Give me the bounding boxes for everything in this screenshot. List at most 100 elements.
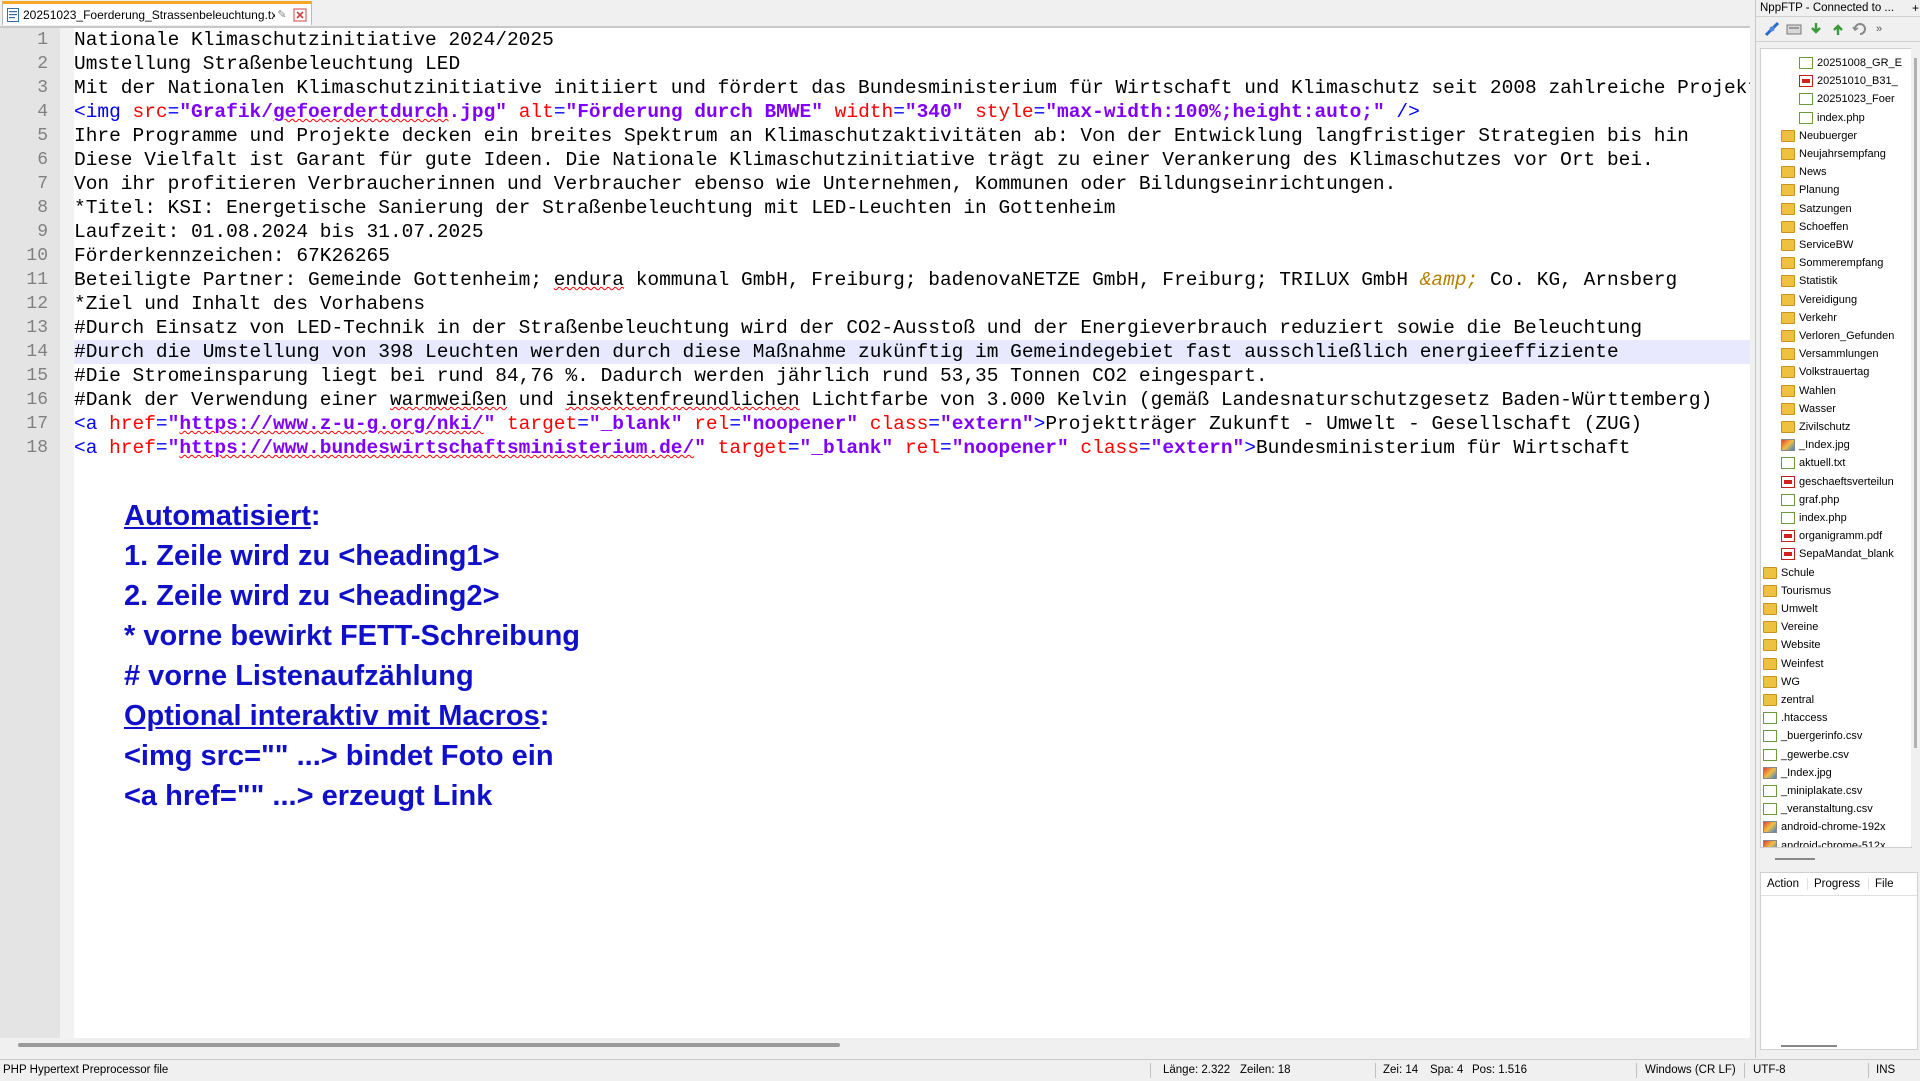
code-line[interactable]: #Durch die Umstellung von 398 Leuchten w… bbox=[74, 340, 1750, 364]
tree-file[interactable]: aktuell.txt bbox=[1781, 454, 1845, 472]
tree-item-label: Vereine bbox=[1781, 621, 1819, 634]
tree-file[interactable]: SepaMandat_blank bbox=[1781, 545, 1894, 563]
tree-folder[interactable]: Satzungen bbox=[1781, 200, 1852, 218]
tree-folder[interactable]: Vereine bbox=[1763, 618, 1818, 636]
code-token: width bbox=[822, 101, 894, 123]
queue-col-action[interactable]: Action bbox=[1761, 878, 1808, 890]
tree-folder[interactable]: Wasser bbox=[1781, 400, 1836, 418]
code-line[interactable]: Von ihr profitieren Verbraucherinnen und… bbox=[74, 172, 1750, 196]
code-token: " bbox=[483, 413, 496, 435]
code-line[interactable]: <a href="https://www.bundeswirtschaftsmi… bbox=[74, 436, 1750, 460]
tree-folder[interactable]: Planung bbox=[1781, 181, 1839, 199]
code-line[interactable]: #Durch Einsatz von LED-Technik in der St… bbox=[74, 316, 1750, 340]
tree-file[interactable]: _Index.jpg bbox=[1781, 436, 1850, 454]
code-token: = bbox=[1138, 437, 1151, 459]
tree-folder[interactable]: Versammlungen bbox=[1781, 345, 1879, 363]
code-line[interactable]: Ihre Programme und Projekte decken ein b… bbox=[74, 124, 1750, 148]
pin-icon[interactable]: ✎ bbox=[275, 8, 289, 21]
tree-folder[interactable]: Tourismus bbox=[1763, 582, 1831, 600]
code-line[interactable]: <img src="Grafik/gefoerdertdurch.jpg" al… bbox=[74, 100, 1750, 124]
code-token: #Dank der Verwendung einer bbox=[74, 389, 390, 411]
tree-folder[interactable]: Website bbox=[1763, 636, 1821, 654]
tree-file[interactable]: index.php bbox=[1781, 509, 1847, 527]
tree-folder[interactable]: Zivilschutz bbox=[1781, 418, 1850, 436]
editor-horizontal-scrollbar[interactable] bbox=[0, 1038, 1750, 1054]
tree-file[interactable]: _Index.jpg bbox=[1763, 764, 1832, 782]
code-token: *Ziel und Inhalt des Vorhabens bbox=[74, 293, 426, 315]
tree-file[interactable]: _veranstaltung.csv bbox=[1763, 800, 1873, 818]
code-line[interactable]: *Ziel und Inhalt des Vorhabens bbox=[74, 292, 1750, 316]
tree-file[interactable]: organigramm.pdf bbox=[1781, 527, 1882, 545]
code-line[interactable]: Förderkennzeichen: 67K26265 bbox=[74, 244, 1750, 268]
tree-file[interactable]: 20251008_GR_E bbox=[1799, 54, 1902, 72]
code-token: #Durch Einsatz von LED-Technik in der St… bbox=[74, 317, 1643, 339]
tree-item-label: Tourismus bbox=[1781, 584, 1832, 597]
queue-col-file[interactable]: File bbox=[1869, 878, 1902, 890]
code-token: Projektträger Zukunft - Umwelt - Gesells… bbox=[1045, 413, 1643, 435]
tree-file[interactable]: _gewerbe.csv bbox=[1763, 746, 1849, 764]
tree-folder[interactable]: Neujahrsempfang bbox=[1781, 145, 1886, 163]
tree-file[interactable]: android-chrome-512x bbox=[1763, 837, 1886, 847]
remote-file-tree[interactable]: 20251008_GR_E 20251010_B31_ 20251023_Foer i… bbox=[1760, 48, 1912, 848]
code-line[interactable]: Nationale Klimaschutzinitiative 2024/202… bbox=[74, 28, 1750, 52]
code-line[interactable]: *Titel: KSI: Energetische Sanierung der … bbox=[74, 196, 1750, 220]
code-token: warmweißen bbox=[389, 389, 507, 411]
tree-folder[interactable]: WG bbox=[1763, 673, 1800, 691]
queue-scrollbar[interactable] bbox=[1781, 1045, 1837, 1047]
tree-folder[interactable]: Weinfest bbox=[1763, 655, 1824, 673]
code-line[interactable]: Beteiligte Partner: Gemeinde Gottenheim;… bbox=[74, 268, 1750, 292]
queue-col-progress[interactable]: Progress bbox=[1808, 878, 1869, 890]
code-line[interactable]: Umstellung Straßenbeleuchtung LED bbox=[74, 52, 1750, 76]
tree-folder[interactable]: Verkehr bbox=[1781, 309, 1837, 327]
tree-file[interactable]: index.php bbox=[1799, 109, 1865, 127]
tree-folder[interactable]: News bbox=[1781, 163, 1827, 181]
tree-folder[interactable]: Wahlen bbox=[1781, 382, 1836, 400]
code-line[interactable]: Laufzeit: 01.08.2024 bis 31.07.2025 bbox=[74, 220, 1750, 244]
close-icon[interactable] bbox=[293, 8, 307, 22]
code-line[interactable]: <a href="https://www.z-u-g.org/nki/" tar… bbox=[74, 412, 1750, 436]
tree-file[interactable]: .htaccess bbox=[1763, 709, 1827, 727]
more-icon[interactable]: » bbox=[1876, 23, 1882, 35]
status-eol: Windows (CR LF) bbox=[1645, 1064, 1736, 1076]
code-token: Mit der Nationalen Klimaschutzinitiative… bbox=[74, 77, 1750, 99]
tree-file[interactable]: 20251023_Foer bbox=[1799, 90, 1895, 108]
file-icon bbox=[1799, 93, 1813, 106]
tree-file[interactable]: android-chrome-192x bbox=[1763, 818, 1886, 836]
tree-file[interactable]: 20251010_B31_ bbox=[1799, 72, 1898, 90]
tree-folder[interactable]: Volkstrauertag bbox=[1781, 363, 1869, 381]
code-line[interactable]: Diese Vielfalt ist Garant für gute Ideen… bbox=[74, 148, 1750, 172]
code-token: > bbox=[1033, 413, 1046, 435]
download-icon[interactable] bbox=[1808, 21, 1824, 37]
status-divider bbox=[1868, 1063, 1869, 1078]
tree-file[interactable]: geschaeftsverteilun bbox=[1781, 473, 1894, 491]
scrollbar-thumb[interactable] bbox=[18, 1043, 840, 1047]
tree-file[interactable]: _miniplakate.csv bbox=[1763, 782, 1862, 800]
tree-folder[interactable]: Neubuerger bbox=[1781, 127, 1857, 145]
settings-icon[interactable] bbox=[1786, 21, 1802, 37]
code-line[interactable]: Mit der Nationalen Klimaschutzinitiative… bbox=[74, 76, 1750, 100]
code-token: = bbox=[729, 413, 742, 435]
tree-folder[interactable]: Umwelt bbox=[1763, 600, 1818, 618]
upload-icon[interactable] bbox=[1830, 21, 1846, 37]
tree-folder[interactable]: ServiceBW bbox=[1781, 236, 1853, 254]
tree-folder[interactable]: Statistik bbox=[1781, 272, 1838, 290]
tree-vertical-scrollbar[interactable] bbox=[1911, 48, 1919, 846]
scrollbar-thumb[interactable] bbox=[1914, 58, 1917, 748]
tree-folder[interactable]: Verloren_Gefunden bbox=[1781, 327, 1894, 345]
connect-icon[interactable] bbox=[1764, 21, 1780, 37]
tree-folder[interactable]: Schule bbox=[1763, 564, 1815, 582]
tree-folder[interactable]: Sommerempfang bbox=[1781, 254, 1883, 272]
code-line[interactable]: #Die Stromeinsparung liegt bei rund 84,7… bbox=[74, 364, 1750, 388]
refresh-icon[interactable] bbox=[1852, 21, 1868, 37]
tree-item-label: Umwelt bbox=[1781, 603, 1818, 615]
tree-folder[interactable]: zentral bbox=[1763, 691, 1814, 709]
tree-folder[interactable]: Schoeffen bbox=[1781, 218, 1848, 236]
panel-plus-icon[interactable]: + bbox=[1912, 0, 1919, 16]
tree-file[interactable]: _buergerinfo.csv bbox=[1763, 727, 1862, 745]
tree-horizontal-scrollbar[interactable] bbox=[1775, 858, 1815, 860]
tree-folder[interactable]: Vereidigung bbox=[1781, 291, 1857, 309]
code-line[interactable]: #Dank der Verwendung einer warmweißen un… bbox=[74, 388, 1750, 412]
code-token: "Förderung durch BMWE" bbox=[565, 101, 823, 123]
tree-file[interactable]: graf.php bbox=[1781, 491, 1839, 509]
tab-current-file[interactable]: 20251023_Foerderung_Strassenbeleuchtung.… bbox=[2, 1, 312, 25]
